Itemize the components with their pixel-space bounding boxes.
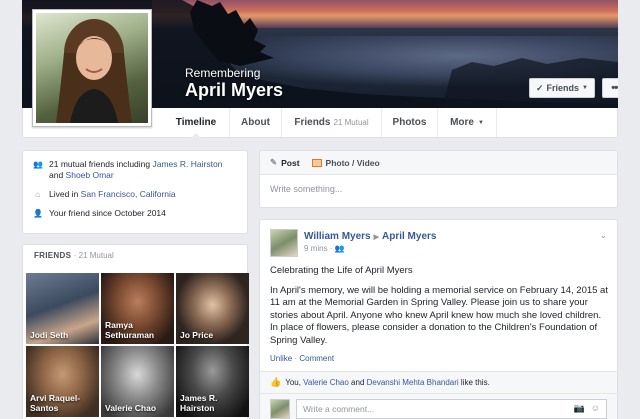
friends-grid: Jodi Seth Ramya Sethuraman Jo Price Arvi… [26,273,249,417]
intro-card: 👥 21 mutual friends including James R. H… [22,150,248,234]
friends-card: FRIENDS · 21 Mutual Jodi Seth Ramya Seth… [22,244,249,419]
tab-friends-mutual-count: 21 Mutual [333,118,369,127]
likes-summary: 👍 You, Valerie Chao and Devanshi Mehta B… [260,371,617,393]
friend-name: James R. Hairston [180,393,218,413]
composer-photo-label: Photo / Video [325,157,380,168]
composer-tab-post[interactable]: ✎ Post [270,157,300,168]
friend-tile[interactable]: Ramya Sethuraman [101,273,174,344]
post-target-link[interactable]: April Myers [382,231,436,242]
tab-friends[interactable]: Friends 21 Mutual [281,108,381,137]
thumbs-up-icon: 👍 [270,377,282,387]
mutual-friend-link-1[interactable]: James R. Hairston [152,159,222,169]
lived-prefix: Lived in [49,189,81,199]
likes-text: You, Valerie Chao and Devanshi Mehta Bha… [285,378,490,387]
remembering-label: Remembering [185,66,261,80]
friend-since-text: Your friend since October 2014 [49,208,166,218]
composer-tabs: ✎ Post Photo / Video [260,151,617,175]
post-body-text: In April's memory, we will be holding a … [270,284,608,346]
post-actions: Unlike · Comment [270,354,334,363]
post-title-line: Celebrating the Life of April Myers [270,265,413,276]
photo-icon [311,158,322,167]
post-timestamp[interactable]: 9 mins [304,244,328,253]
caret-down-icon: ▼ [582,85,588,91]
likes-and: and [348,378,367,387]
friend-tile[interactable]: James R. Hairston [176,346,249,417]
friends-mutual-count: · 21 Mutual [73,251,114,260]
liker-link-2[interactable]: Devanshi Mehta Bhandari [367,378,459,387]
profile-picture[interactable] [32,9,152,127]
comment-input-icons: 📷 ☺ [574,403,600,414]
friends-title-label: FRIENDS [34,251,72,260]
post-meta: 9 mins · 👥 [304,244,436,253]
friend-tile[interactable]: Valerie Chao [101,346,174,417]
post-options-chevron-icon[interactable]: ⌄ [599,230,607,241]
meta-separator: · [329,244,333,253]
lived-in-text: Lived in San Francisco, California [49,189,176,200]
post-author-link[interactable]: William Myers [304,231,371,242]
friend-name: Arvi Raquel-Santos [30,393,81,413]
composer-input[interactable]: Write something... [260,175,617,203]
tab-photos[interactable]: Photos [381,108,437,137]
mutual-prefix: 21 mutual friends including [49,159,153,169]
people-icon: 👥 [33,160,43,169]
likes-suffix: like this. [458,378,490,387]
friend-tile[interactable]: Jo Price [176,273,249,344]
post-card: William Myers ▶ April Myers 9 mins · 👥 ⌄ C… [259,219,618,419]
pencil-icon: ✎ [270,157,278,167]
more-options-button[interactable]: ••• [602,78,618,98]
friends-card-title[interactable]: FRIENDS · 21 Mutual [26,251,244,260]
friends-button-label: Friends [546,83,580,93]
unlike-link[interactable]: Unlike [270,354,292,363]
tab-timeline[interactable]: Timeline [163,108,229,138]
home-icon: ⌂ [35,190,40,199]
friend-name: Jodi Seth [30,330,69,340]
friend-tile[interactable]: Jodi Seth [26,273,99,344]
friend-name: Jo Price [180,330,214,340]
mutual-friends-text: 21 mutual friends including James R. Hai… [49,159,237,181]
tab-more[interactable]: More ▼ [437,108,497,137]
profile-person-illustration [56,19,132,123]
tab-timeline-label: Timeline [175,117,217,128]
post-header: William Myers ▶ April Myers 9 mins · 👥 [270,229,436,257]
composer-post-label: Post [281,157,300,168]
friend-name: Valerie Chao [105,403,157,413]
comment-link[interactable]: Comment [299,354,334,363]
tab-photos-label: Photos [392,117,427,128]
arrow-right-icon: ▶ [373,234,379,241]
emoji-icon[interactable]: ☺ [591,403,600,414]
friend-since-row: 👤 Your friend since October 2014 [33,208,237,219]
viewer-avatar [270,398,290,419]
composer-tab-photo[interactable]: Photo / Video [311,157,380,168]
composer-card: ✎ Post Photo / Video Write something... [259,150,618,208]
comment-row: Write a comment... 📷 ☺ [260,393,617,419]
mutual-and: and [49,170,66,180]
tab-friends-label: Friends [294,117,331,128]
comment-placeholder: Write a comment... [303,403,375,414]
friend-tile[interactable]: Arvi Raquel-Santos [26,346,99,417]
tab-about-label: About [241,117,270,128]
friend-name: Ramya Sethuraman [105,320,155,340]
post-author-avatar[interactable] [270,229,298,257]
profile-photo [36,13,148,123]
post-body: Celebrating the Life of April Myers In A… [270,265,610,354]
mutual-friends-row: 👥 21 mutual friends including James R. H… [33,159,237,181]
tab-more-label: More [450,117,474,128]
mutual-friend-link-2[interactable]: Shoeb Omar [66,170,114,180]
post-author-line: William Myers ▶ April Myers [304,229,436,242]
tab-about[interactable]: About [229,108,281,137]
checkmark-icon: ✓ [535,82,544,93]
liker-link-1[interactable]: Valerie Chao [303,378,349,387]
comment-input[interactable]: Write a comment... 📷 ☺ [296,398,607,419]
audience-friends-icon[interactable]: 👥 [335,244,345,253]
lived-place-link[interactable]: San Francisco, California [81,189,176,199]
likes-prefix: You, [285,378,304,387]
profile-name[interactable]: April Myers [185,80,283,101]
lived-in-row: ⌂ Lived in San Francisco, California [33,189,237,200]
person-icon: 👤 [33,209,43,218]
friends-button[interactable]: ✓ Friends ▼ [529,78,595,98]
caret-down-icon: ▼ [477,119,484,126]
camera-icon[interactable]: 📷 [574,403,585,414]
